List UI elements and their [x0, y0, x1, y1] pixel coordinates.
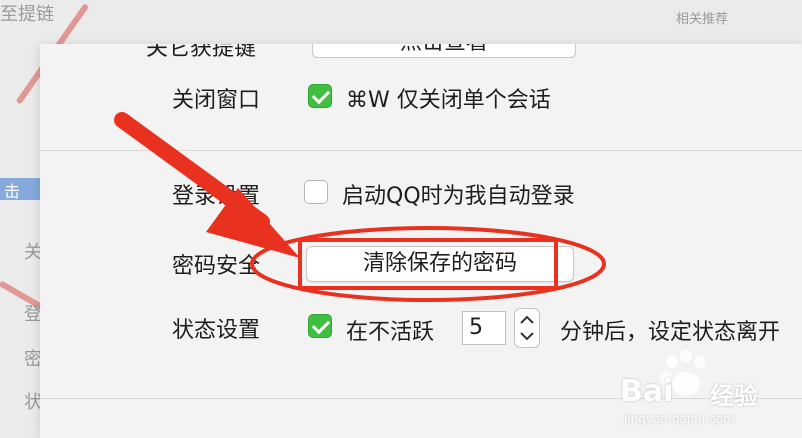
baidu-brand-text: Bai — [620, 374, 674, 409]
annotation-arrow-icon — [114, 112, 300, 258]
baidu-jingyan-text: 经验 — [710, 382, 758, 410]
baidu-watermark: Bai 经验 jingyan.baidu.com — [612, 348, 792, 438]
annotation-box — [298, 238, 558, 290]
baidu-url-text: jingyan.baidu.com — [624, 412, 735, 426]
